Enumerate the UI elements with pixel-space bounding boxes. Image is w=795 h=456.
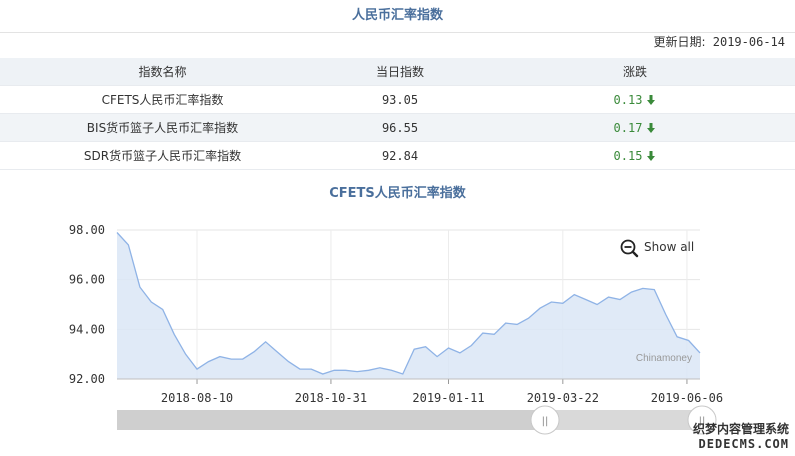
x-tick-label: 2018-10-31 [295,391,367,405]
show-all-label: Show all [644,240,694,254]
x-axis: 2018-08-10 2018-10-31 2019-01-11 2019-03-22… [117,378,723,405]
watermark: 织梦内容管理系统 DEDECMS.COM [693,422,789,452]
chart-canvas: 92.00 94.00 96.00 98.00 2018-08-10 2018-10-3… [69,223,723,435]
chart-credit: Chinamoney [636,353,692,364]
y-tick-label: 94.00 [69,322,105,336]
scrollbar-selected [117,410,545,430]
series-area [117,232,700,379]
x-tick-label: 2018-08-10 [161,391,233,405]
scrollbar-handle-left[interactable]: || [530,405,560,435]
zoom-out-icon [620,239,639,258]
handle-grip: || [542,416,549,427]
watermark-line1: 织梦内容管理系统 [692,422,789,436]
y-tick-label: 98.00 [69,223,105,237]
y-tick-label: 96.00 [69,273,105,287]
y-tick-label: 92.00 [69,372,105,386]
x-tick-label: 2019-01-11 [412,391,484,405]
y-axis: 92.00 94.00 96.00 98.00 [69,223,105,386]
show-all-button[interactable]: Show all [620,239,695,258]
watermark-line2: DEDECMS.COM [698,437,789,451]
x-tick-label: 2019-06-06 [651,391,723,405]
range-scrollbar[interactable]: || || [117,405,717,435]
x-tick-label: 2019-03-22 [527,391,599,405]
